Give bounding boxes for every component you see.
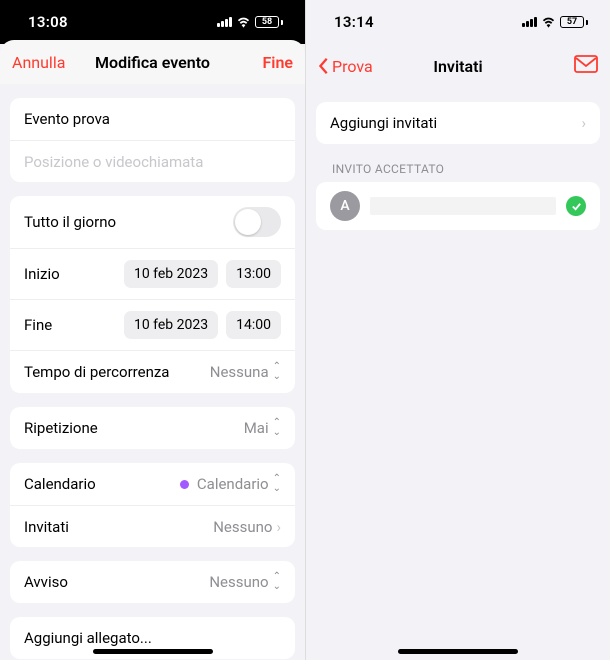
chevron-right-icon: ›: [581, 114, 586, 132]
status-bar: 13:14 57: [306, 0, 610, 44]
add-invitees-row[interactable]: Aggiungi invitati ›: [316, 102, 600, 144]
alert-value: Nessuno: [209, 573, 268, 591]
updown-icon: ⌃⌄: [273, 418, 281, 438]
start-time-chip[interactable]: 13:00: [226, 260, 281, 288]
accepted-check-icon: [566, 196, 586, 216]
attachment-label: Aggiungi allegato...: [24, 629, 152, 647]
chevron-left-icon: [318, 57, 330, 75]
start-row: Inizio 10 feb 2023 13:00: [10, 248, 295, 299]
event-title-value: Evento prova: [24, 110, 110, 128]
edit-event-screen: 13:08 58 Annulla Modifica evento Fine Ev…: [0, 0, 305, 660]
add-invitees-label: Aggiungi invitati: [330, 114, 437, 132]
status-time: 13:08: [28, 13, 68, 31]
end-label: Fine: [24, 316, 52, 334]
back-label: Prova: [332, 57, 373, 76]
all-day-row: Tutto il giorno: [10, 196, 295, 248]
repeat-value: Mai: [244, 419, 269, 437]
invitees-value: Nessuno: [213, 518, 272, 536]
repeat-card: Ripetizione Mai⌃⌄: [10, 407, 295, 449]
mail-icon: [574, 55, 598, 73]
title-location-card: Evento prova Posizione o videochiamata: [10, 98, 295, 182]
chevron-right-icon: ›: [276, 518, 281, 536]
end-time-chip[interactable]: 14:00: [226, 311, 281, 339]
signal-icon: [522, 17, 537, 27]
travel-value: Nessuna: [210, 363, 269, 381]
calendar-row[interactable]: Calendario Calendario⌃⌄: [10, 463, 295, 505]
datetime-card: Tutto il giorno Inizio 10 feb 2023 13:00…: [10, 196, 295, 393]
section-header-accepted: INVITO ACCETTATO: [316, 144, 600, 182]
all-day-toggle[interactable]: [233, 207, 281, 237]
home-indicator: [93, 649, 213, 654]
wifi-icon: [541, 16, 556, 28]
calendar-card: Calendario Calendario⌃⌄ Invitati Nessuno…: [10, 463, 295, 547]
content: Evento prova Posizione o videochiamata T…: [0, 84, 305, 660]
end-row: Fine 10 feb 2023 14:00: [10, 299, 295, 350]
battery-icon: 57: [560, 16, 588, 28]
all-day-label: Tutto il giorno: [24, 213, 116, 231]
calendar-value: Calendario: [197, 475, 269, 493]
done-button[interactable]: Fine: [263, 53, 294, 72]
travel-label: Tempo di percorrenza: [24, 363, 169, 381]
repeat-row[interactable]: Ripetizione Mai⌃⌄: [10, 407, 295, 449]
alert-card: Avviso Nessuno ⌃⌄: [10, 561, 295, 603]
invitees-label: Invitati: [24, 518, 69, 536]
invitee-item[interactable]: A: [316, 182, 600, 230]
start-date-chip[interactable]: 10 feb 2023: [124, 260, 218, 288]
alert-label: Avviso: [24, 573, 68, 591]
event-title-input[interactable]: Evento prova: [10, 98, 295, 140]
end-date-chip[interactable]: 10 feb 2023: [124, 311, 218, 339]
updown-icon: ⌃⌄: [273, 474, 281, 494]
repeat-label: Ripetizione: [24, 419, 98, 437]
navbar: Annulla Modifica evento Fine: [0, 40, 305, 84]
invitee-name-redacted: [370, 197, 556, 215]
travel-time-row[interactable]: Tempo di percorrenza Nessuna⌃⌄: [10, 350, 295, 393]
status-bar: 13:08 58: [0, 0, 305, 44]
navbar: Prova Invitati: [306, 44, 610, 88]
back-button[interactable]: Prova: [318, 57, 373, 76]
status-icons: 58: [217, 16, 283, 28]
invitees-row[interactable]: Invitati Nessuno›: [10, 505, 295, 547]
updown-icon: ⌃⌄: [273, 572, 281, 592]
battery-icon: 58: [255, 16, 283, 28]
calendar-color-dot: [180, 480, 189, 489]
avatar: A: [330, 191, 360, 221]
calendar-label: Calendario: [24, 475, 96, 493]
wifi-icon: [236, 16, 251, 28]
invitees-screen: 13:14 57 Prova Invitati Aggiungi invitat…: [305, 0, 610, 660]
status-time: 13:14: [334, 13, 374, 31]
alert-row[interactable]: Avviso Nessuno ⌃⌄: [10, 561, 295, 603]
start-label: Inizio: [24, 265, 60, 283]
status-icons: 57: [522, 16, 588, 28]
signal-icon: [217, 17, 232, 27]
add-invitees-card: Aggiungi invitati ›: [316, 102, 600, 144]
cancel-button[interactable]: Annulla: [12, 53, 65, 72]
mail-button[interactable]: [574, 55, 598, 77]
location-input[interactable]: Posizione o videochiamata: [10, 140, 295, 182]
home-indicator: [398, 649, 518, 654]
location-placeholder: Posizione o videochiamata: [24, 153, 203, 171]
updown-icon: ⌃⌄: [273, 362, 281, 382]
content: Aggiungi invitati › INVITO ACCETTATO A: [306, 88, 610, 660]
